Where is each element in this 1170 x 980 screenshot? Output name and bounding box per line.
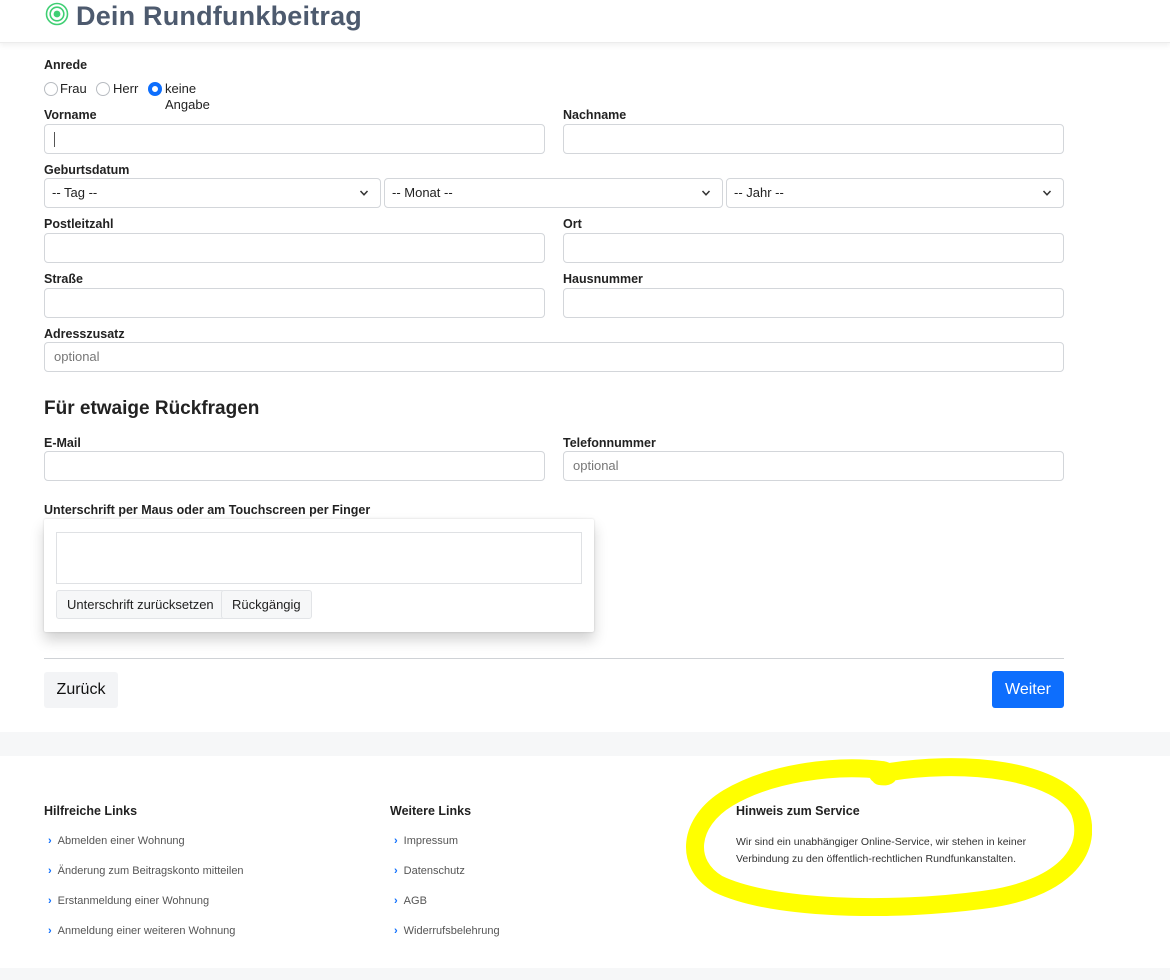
strasse-label: Straße [44,272,83,286]
adresszusatz-label: Adresszusatz [44,327,125,341]
chevron-down-icon [359,190,369,196]
hausnummer-label: Hausnummer [563,272,643,286]
next-button[interactable]: Weiter [992,671,1064,708]
brand-title[interactable]: Dein Rundfunkbeitrag [76,0,362,32]
chevron-down-icon [701,190,711,196]
monat-select[interactable]: -- Monat -- [384,178,723,208]
plz-label: Postleitzahl [44,217,114,231]
chevron-right-icon: › [48,925,52,937]
jahr-select[interactable]: -- Jahr -- [726,178,1064,208]
nachname-label: Nachname [563,108,627,122]
monat-select-value: -- Monat -- [392,185,453,200]
service-notice-text: Wir sind ein unabhängiger Online-Service… [736,836,1027,865]
footer-bottom-band [0,968,1170,980]
footer-link-abmelden[interactable]: › Abmelden einer Wohnung [48,834,185,848]
footer-col1-title: Hilfreiche Links [44,804,138,818]
chevron-right-icon: › [48,895,52,907]
strasse-input[interactable] [44,288,545,318]
plz-input[interactable] [44,233,545,263]
adresszusatz-placeholder: optional [54,349,100,364]
radio-herr-label[interactable]: Herr [113,81,138,97]
radio-keine-angabe-label[interactable]: keine Angabe [165,81,210,113]
vorname-input[interactable] [44,124,545,154]
form-divider [44,658,1064,659]
radio-frau[interactable] [44,82,58,96]
email-label: E-Mail [44,436,81,450]
email-input[interactable] [44,451,545,481]
footer-col2-title: Weitere Links [390,804,472,818]
chevron-right-icon: › [394,865,398,877]
signature-label: Unterschrift per Maus oder am Touchscree… [44,503,371,517]
reset-signature-button[interactable]: Unterschrift zurücksetzen [56,590,225,619]
radio-wave-icon [45,2,69,26]
site-header: Dein Rundfunkbeitrag [0,0,1170,43]
chevron-down-icon [1042,190,1052,196]
ort-input[interactable] [563,233,1064,263]
hausnummer-input[interactable] [563,288,1064,318]
signature-pad[interactable] [56,532,582,584]
footer-col3-title: Hinweis zum Service [736,804,860,818]
footer-link-agb[interactable]: › AGB [394,894,427,908]
footer-link-impressum[interactable]: › Impressum [394,834,458,848]
radio-frau-label[interactable]: Frau [60,81,87,97]
radio-herr[interactable] [96,82,110,96]
contact-section-title: Für etwaige Rückfragen [44,398,260,419]
footer-link-erstanmeldung[interactable]: › Erstanmeldung einer Wohnung [48,894,209,908]
tag-select-value: -- Tag -- [52,185,98,200]
ort-label: Ort [563,217,582,231]
telefon-placeholder: optional [573,458,619,473]
footer-link-anmeldung[interactable]: › Anmeldung einer weiteren Wohnung [48,924,235,938]
footer-link-datenschutz[interactable]: › Datenschutz [394,864,465,878]
adresszusatz-input[interactable]: optional [44,342,1064,372]
back-button[interactable]: Zurück [44,672,118,708]
telefon-label: Telefonnummer [563,436,656,450]
chevron-right-icon: › [394,835,398,847]
chevron-right-icon: › [394,925,398,937]
footer-link-aenderung[interactable]: › Änderung zum Beitragskonto mitteilen [48,864,244,878]
geburtsdatum-label: Geburtsdatum [44,163,130,177]
jahr-select-value: -- Jahr -- [734,185,784,200]
vorname-label: Vorname [44,108,97,122]
footer-link-widerruf[interactable]: › Widerrufsbelehrung [394,924,500,938]
anrede-label: Anrede [44,58,88,72]
chevron-right-icon: › [394,895,398,907]
radio-keine-angabe[interactable] [148,82,162,96]
tag-select[interactable]: -- Tag -- [44,178,381,208]
text-caret [54,132,55,147]
undo-signature-button[interactable]: Rückgängig [221,590,312,619]
signature-panel: Unterschrift zurücksetzen Rückgängig [44,519,594,632]
chevron-right-icon: › [48,865,52,877]
nachname-input[interactable] [563,124,1064,154]
telefon-input[interactable]: optional [563,451,1064,481]
chevron-right-icon: › [48,835,52,847]
